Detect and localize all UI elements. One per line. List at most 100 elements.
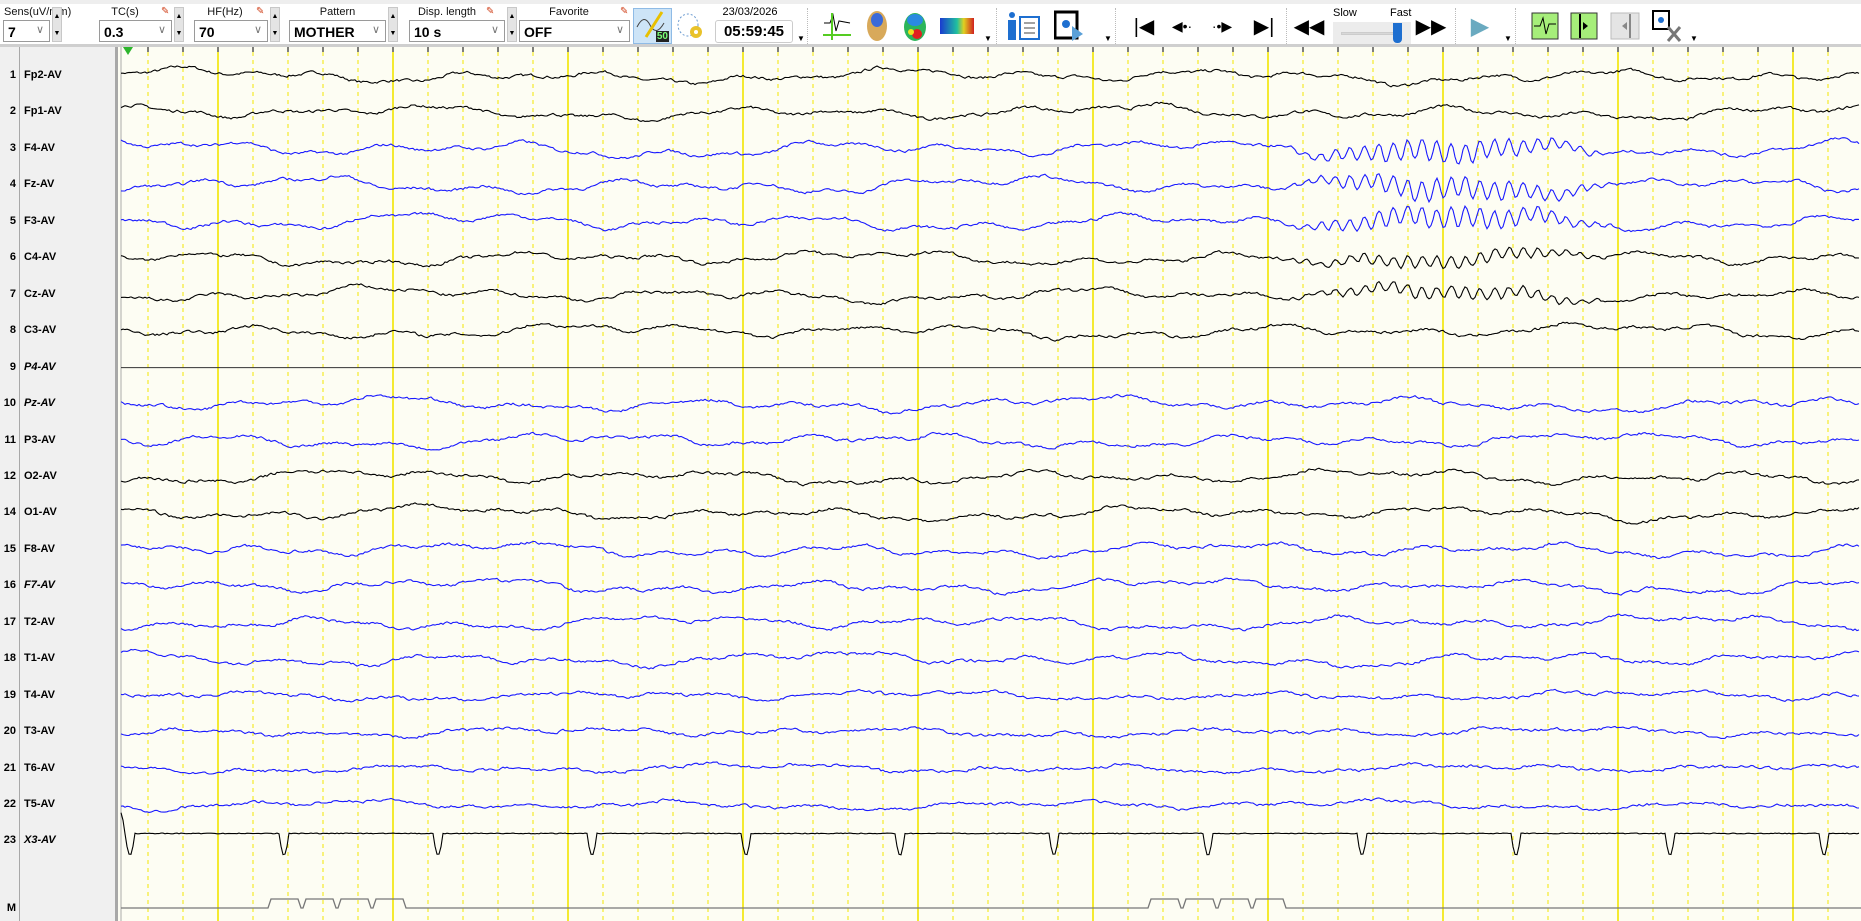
channel-label-t3-av[interactable]: 20 T3-AV [0, 725, 115, 741]
channel-label-o2-av[interactable]: 12 O2-AV [0, 470, 115, 486]
head-map-button[interactable] [866, 10, 888, 42]
rewind-icon: ◀◀ [1293, 15, 1325, 38]
channel-name: Pz-AV [24, 397, 55, 410]
channel-label-fp1-av[interactable]: 2 Fp1-AV [0, 105, 115, 121]
hf-spinner[interactable]: ▲ ▼ [270, 7, 280, 42]
patient-info-button[interactable] [1005, 10, 1041, 42]
skip-start-icon: |◀ [1133, 15, 1155, 38]
dropdown-arrow-icon[interactable]: ▼ [1690, 34, 1698, 43]
favorite-value: OFF [524, 24, 552, 40]
pencil-icon[interactable]: ✎ [256, 6, 264, 17]
dropdown-arrow-icon[interactable]: ▼ [1504, 34, 1512, 43]
channel-number: 4 [9, 178, 16, 191]
dropdown-arrow-icon[interactable]: ▼ [984, 34, 992, 43]
pattern-spinner[interactable]: ▲ ▼ [388, 7, 398, 42]
channel-number: 19 [3, 688, 16, 701]
pencil-icon[interactable]: ✎ [486, 6, 494, 17]
pencil-icon[interactable]: ✎ [620, 6, 628, 17]
go-to-start-button[interactable]: |◀ [1133, 10, 1155, 42]
eeg-trace-area[interactable] [118, 47, 1861, 921]
channel-label-pz-av[interactable]: 10 Pz-AV [0, 397, 115, 413]
montage-button[interactable] [822, 10, 852, 42]
channel-label-t2-av[interactable]: 17 T2-AV [0, 616, 115, 632]
tc-spinner[interactable]: ▲ ▼ [174, 7, 184, 42]
play-button[interactable]: ▶ [1468, 10, 1492, 42]
spectrum-button[interactable] [940, 10, 974, 42]
rewind-button[interactable]: ◀◀ [1293, 10, 1325, 42]
channel-label-c3-av[interactable]: 8 C3-AV [0, 324, 115, 340]
video-clip-button[interactable] [1650, 10, 1684, 42]
channel-name: O2-AV [24, 469, 57, 482]
channel-label-cz-av[interactable]: 7 Cz-AV [0, 288, 115, 304]
channel-label-o1-av[interactable]: 14 O1-AV [0, 506, 115, 522]
pattern-value: MOTHER [294, 24, 355, 40]
channel-label-f4-av[interactable]: 3 F4-AV [0, 142, 115, 158]
channel-number: 3 [9, 141, 16, 154]
step-forward-button[interactable]: ·•▶ [1208, 10, 1236, 42]
hf-select[interactable]: 70 ∨ [194, 20, 268, 42]
head-map-icon [867, 11, 887, 41]
dropdown-arrow-icon[interactable]: ▼ [797, 34, 805, 43]
disp-length-label: Disp. length [417, 6, 477, 18]
disp-length-select[interactable]: 10 s ∨ [409, 20, 505, 42]
channel-name: T3-AV [24, 725, 55, 738]
disp-length-spinner[interactable]: ▲ ▼ [507, 7, 517, 42]
topography-button[interactable] [903, 10, 927, 42]
next-event-button[interactable] [1570, 10, 1598, 42]
time-display[interactable]: 05:59:45 [715, 20, 793, 43]
channel-label-t1-av[interactable]: 18 T1-AV [0, 652, 115, 668]
channel-label-p3-av[interactable]: 11 P3-AV [0, 434, 115, 450]
tc-select[interactable]: 0.3 ∨ [99, 20, 172, 42]
sens-select[interactable]: 7 ∨ [3, 20, 50, 42]
step-back-button[interactable]: ◀•· [1168, 10, 1196, 42]
video-button[interactable] [1054, 10, 1084, 42]
skip-end-icon: ▶| [1253, 15, 1275, 38]
channel-label-f8-av[interactable]: 15 F8-AV [0, 543, 115, 559]
spectrogram-icon [940, 18, 974, 34]
toolbar-separator [1115, 8, 1116, 44]
channel-label-f7-av[interactable]: 16 F7-AV [0, 579, 115, 595]
channel-number: 15 [3, 542, 16, 555]
go-to-end-button[interactable]: ▶| [1253, 10, 1275, 42]
channel-label-t6-av[interactable]: 21 T6-AV [0, 762, 115, 778]
pencil-icon[interactable]: ✎ [161, 6, 169, 17]
pattern-select[interactable]: MOTHER ∨ [289, 20, 386, 42]
channel-label-t4-av[interactable]: 19 T4-AV [0, 689, 115, 705]
hf-value: 70 [199, 24, 215, 40]
slider-thumb[interactable] [1393, 23, 1402, 43]
step-forward-icon: ·•▶ [1211, 17, 1233, 34]
sens-value: 7 [8, 24, 16, 40]
channel-label-t5-av[interactable]: 22 T5-AV [0, 798, 115, 814]
favorite-select[interactable]: OFF ∨ [519, 20, 630, 42]
tc-label: TC(s) [111, 6, 139, 18]
channel-label-fz-av[interactable]: 4 Fz-AV [0, 178, 115, 194]
sens-spinner[interactable]: ▲ ▼ [52, 7, 62, 42]
toolbar-separator [1455, 8, 1456, 44]
channel-label-c4-av[interactable]: 6 C4-AV [0, 251, 115, 267]
waveform-cursor-icon [823, 13, 851, 40]
slow-label: Slow [1333, 7, 1357, 19]
chevron-down-icon: ∨ [35, 24, 44, 36]
channel-label-p4-av[interactable]: 9 P4-AV [0, 361, 115, 377]
fast-forward-icon: ▶▶ [1415, 15, 1447, 38]
channel-number: 7 [9, 287, 16, 300]
fast-forward-button[interactable]: ▶▶ [1415, 10, 1447, 42]
channel-label-fp2-av[interactable]: 1 Fp2-AV [0, 69, 115, 85]
previous-event-button[interactable] [1610, 10, 1640, 42]
dropdown-arrow-icon[interactable]: ▼ [1104, 34, 1112, 43]
channel-number: 5 [9, 214, 16, 227]
channel-label-x3-av[interactable]: 23 X3-AV [0, 834, 115, 850]
patient-info-icon [1008, 12, 1040, 40]
speed-slider[interactable] [1333, 22, 1411, 44]
channel-number: 8 [9, 324, 16, 337]
favorite-label: Favorite [549, 6, 589, 18]
channel-number: 11 [4, 433, 16, 446]
chevron-down-icon: ∨ [490, 24, 499, 36]
channel-label-f3-av[interactable]: 5 F3-AV [0, 215, 115, 231]
notch-filter-button[interactable]: 50 [633, 8, 672, 44]
channel-number: 22 [3, 798, 16, 810]
channel-name: P4-AV [24, 360, 56, 373]
hf-label: HF(Hz) [207, 6, 243, 18]
electrode-settings-button[interactable] [676, 10, 704, 42]
event-waveform-button[interactable] [1531, 10, 1559, 42]
